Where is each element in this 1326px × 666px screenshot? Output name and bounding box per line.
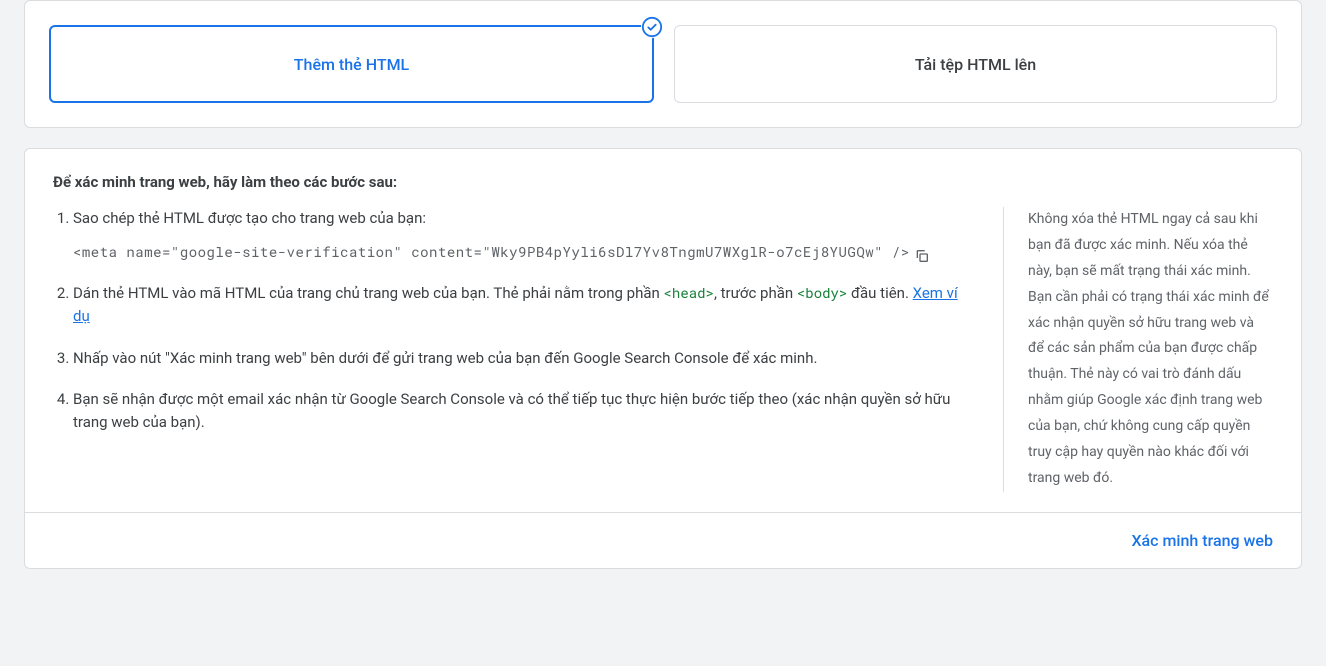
sidebar-note: Không xóa thẻ HTML ngay cả sau khi bạn đ… [1003, 207, 1273, 492]
tab-add-html[interactable]: Thêm thẻ HTML [49, 25, 654, 103]
step-text-part: đầu tiên. [847, 284, 912, 302]
checkmark-icon [641, 16, 663, 38]
tab-upload-html[interactable]: Tải tệp HTML lên [674, 25, 1277, 103]
instructions-panel: Để xác minh trang web, hãy làm theo các … [24, 148, 1302, 569]
step-text: Nhấp vào nút "Xác minh trang web" bên dư… [73, 349, 817, 367]
tab-label: Tải tệp HTML lên [915, 55, 1036, 74]
step-3: Nhấp vào nút "Xác minh trang web" bên dư… [73, 347, 973, 370]
step-2: Dán thẻ HTML vào mã HTML của trang chủ t… [73, 282, 973, 329]
steps-column: Sao chép thẻ HTML được tạo cho trang web… [53, 207, 1003, 492]
step-text: Sao chép thẻ HTML được tạo cho trang web… [73, 209, 426, 227]
instructions-heading: Để xác minh trang web, hãy làm theo các … [53, 173, 1273, 191]
step-text-part: , trước phần [714, 284, 797, 302]
note-text: Không xóa thẻ HTML ngay cả sau khi bạn đ… [1028, 211, 1269, 486]
tabs-panel: Thêm thẻ HTML Tải tệp HTML lên [24, 0, 1302, 128]
copy-icon[interactable] [914, 248, 930, 264]
verify-website-button[interactable]: Xác minh trang web [1131, 531, 1273, 550]
inline-code-head: <head> [664, 283, 714, 302]
step-1: Sao chép thẻ HTML được tạo cho trang web… [73, 207, 973, 264]
step-text-part: Dán thẻ HTML vào mã HTML của trang chủ t… [73, 284, 664, 302]
step-text: Bạn sẽ nhận được một email xác nhận từ G… [73, 390, 950, 431]
step-4: Bạn sẽ nhận được một email xác nhận từ G… [73, 388, 973, 435]
card-footer: Xác minh trang web [25, 512, 1301, 568]
meta-tag-code: <meta name="google-site-verification" co… [73, 240, 973, 264]
inline-code-body: <body> [797, 283, 847, 302]
tabs-row: Thêm thẻ HTML Tải tệp HTML lên [49, 25, 1277, 103]
tab-label: Thêm thẻ HTML [294, 55, 409, 74]
code-text: <meta name="google-site-verification" co… [73, 240, 910, 264]
